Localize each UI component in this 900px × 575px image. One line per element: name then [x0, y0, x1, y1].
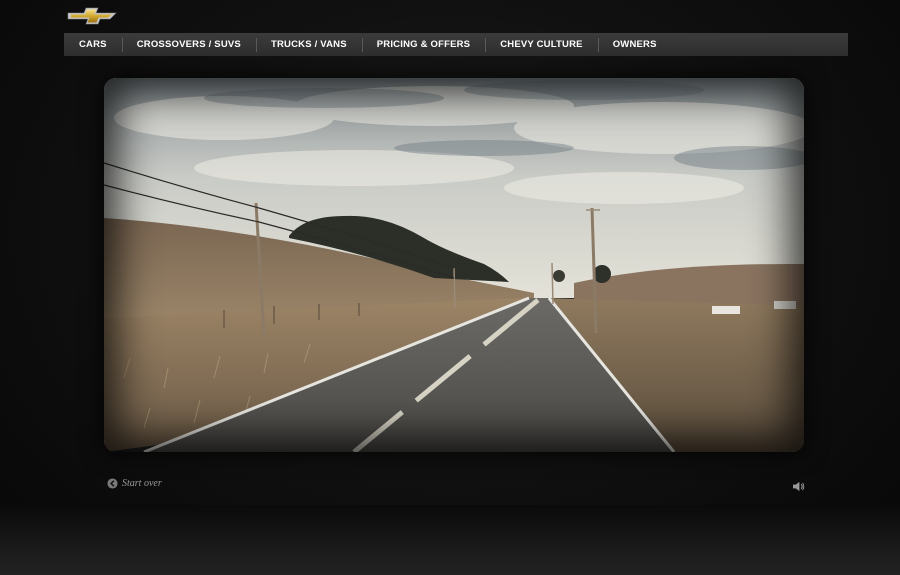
- speaker-icon[interactable]: [792, 481, 805, 492]
- video-player[interactable]: [104, 78, 804, 452]
- nav-item-trucks-vans[interactable]: TRUCKS / VANS: [255, 33, 362, 56]
- chevy-bowtie-logo-icon[interactable]: [66, 6, 118, 26]
- back-arrow-circle-icon: [107, 478, 118, 489]
- nav-item-cars[interactable]: CARS: [64, 33, 122, 56]
- floor-gradient: [0, 505, 900, 575]
- start-over-button[interactable]: Start over: [107, 478, 162, 489]
- nav-item-crossovers-suvs[interactable]: CROSSOVERS / SUVS: [121, 33, 256, 56]
- country-road-scene: [104, 78, 804, 452]
- nav-item-owners[interactable]: OWNERS: [597, 33, 672, 56]
- start-over-label: Start over: [122, 478, 162, 489]
- nav-item-pricing-offers[interactable]: PRICING & OFFERS: [361, 33, 485, 56]
- main-nav: CARS CROSSOVERS / SUVS TRUCKS / VANS PRI…: [64, 33, 848, 56]
- nav-item-chevy-culture[interactable]: CHEVY CULTURE: [485, 33, 597, 56]
